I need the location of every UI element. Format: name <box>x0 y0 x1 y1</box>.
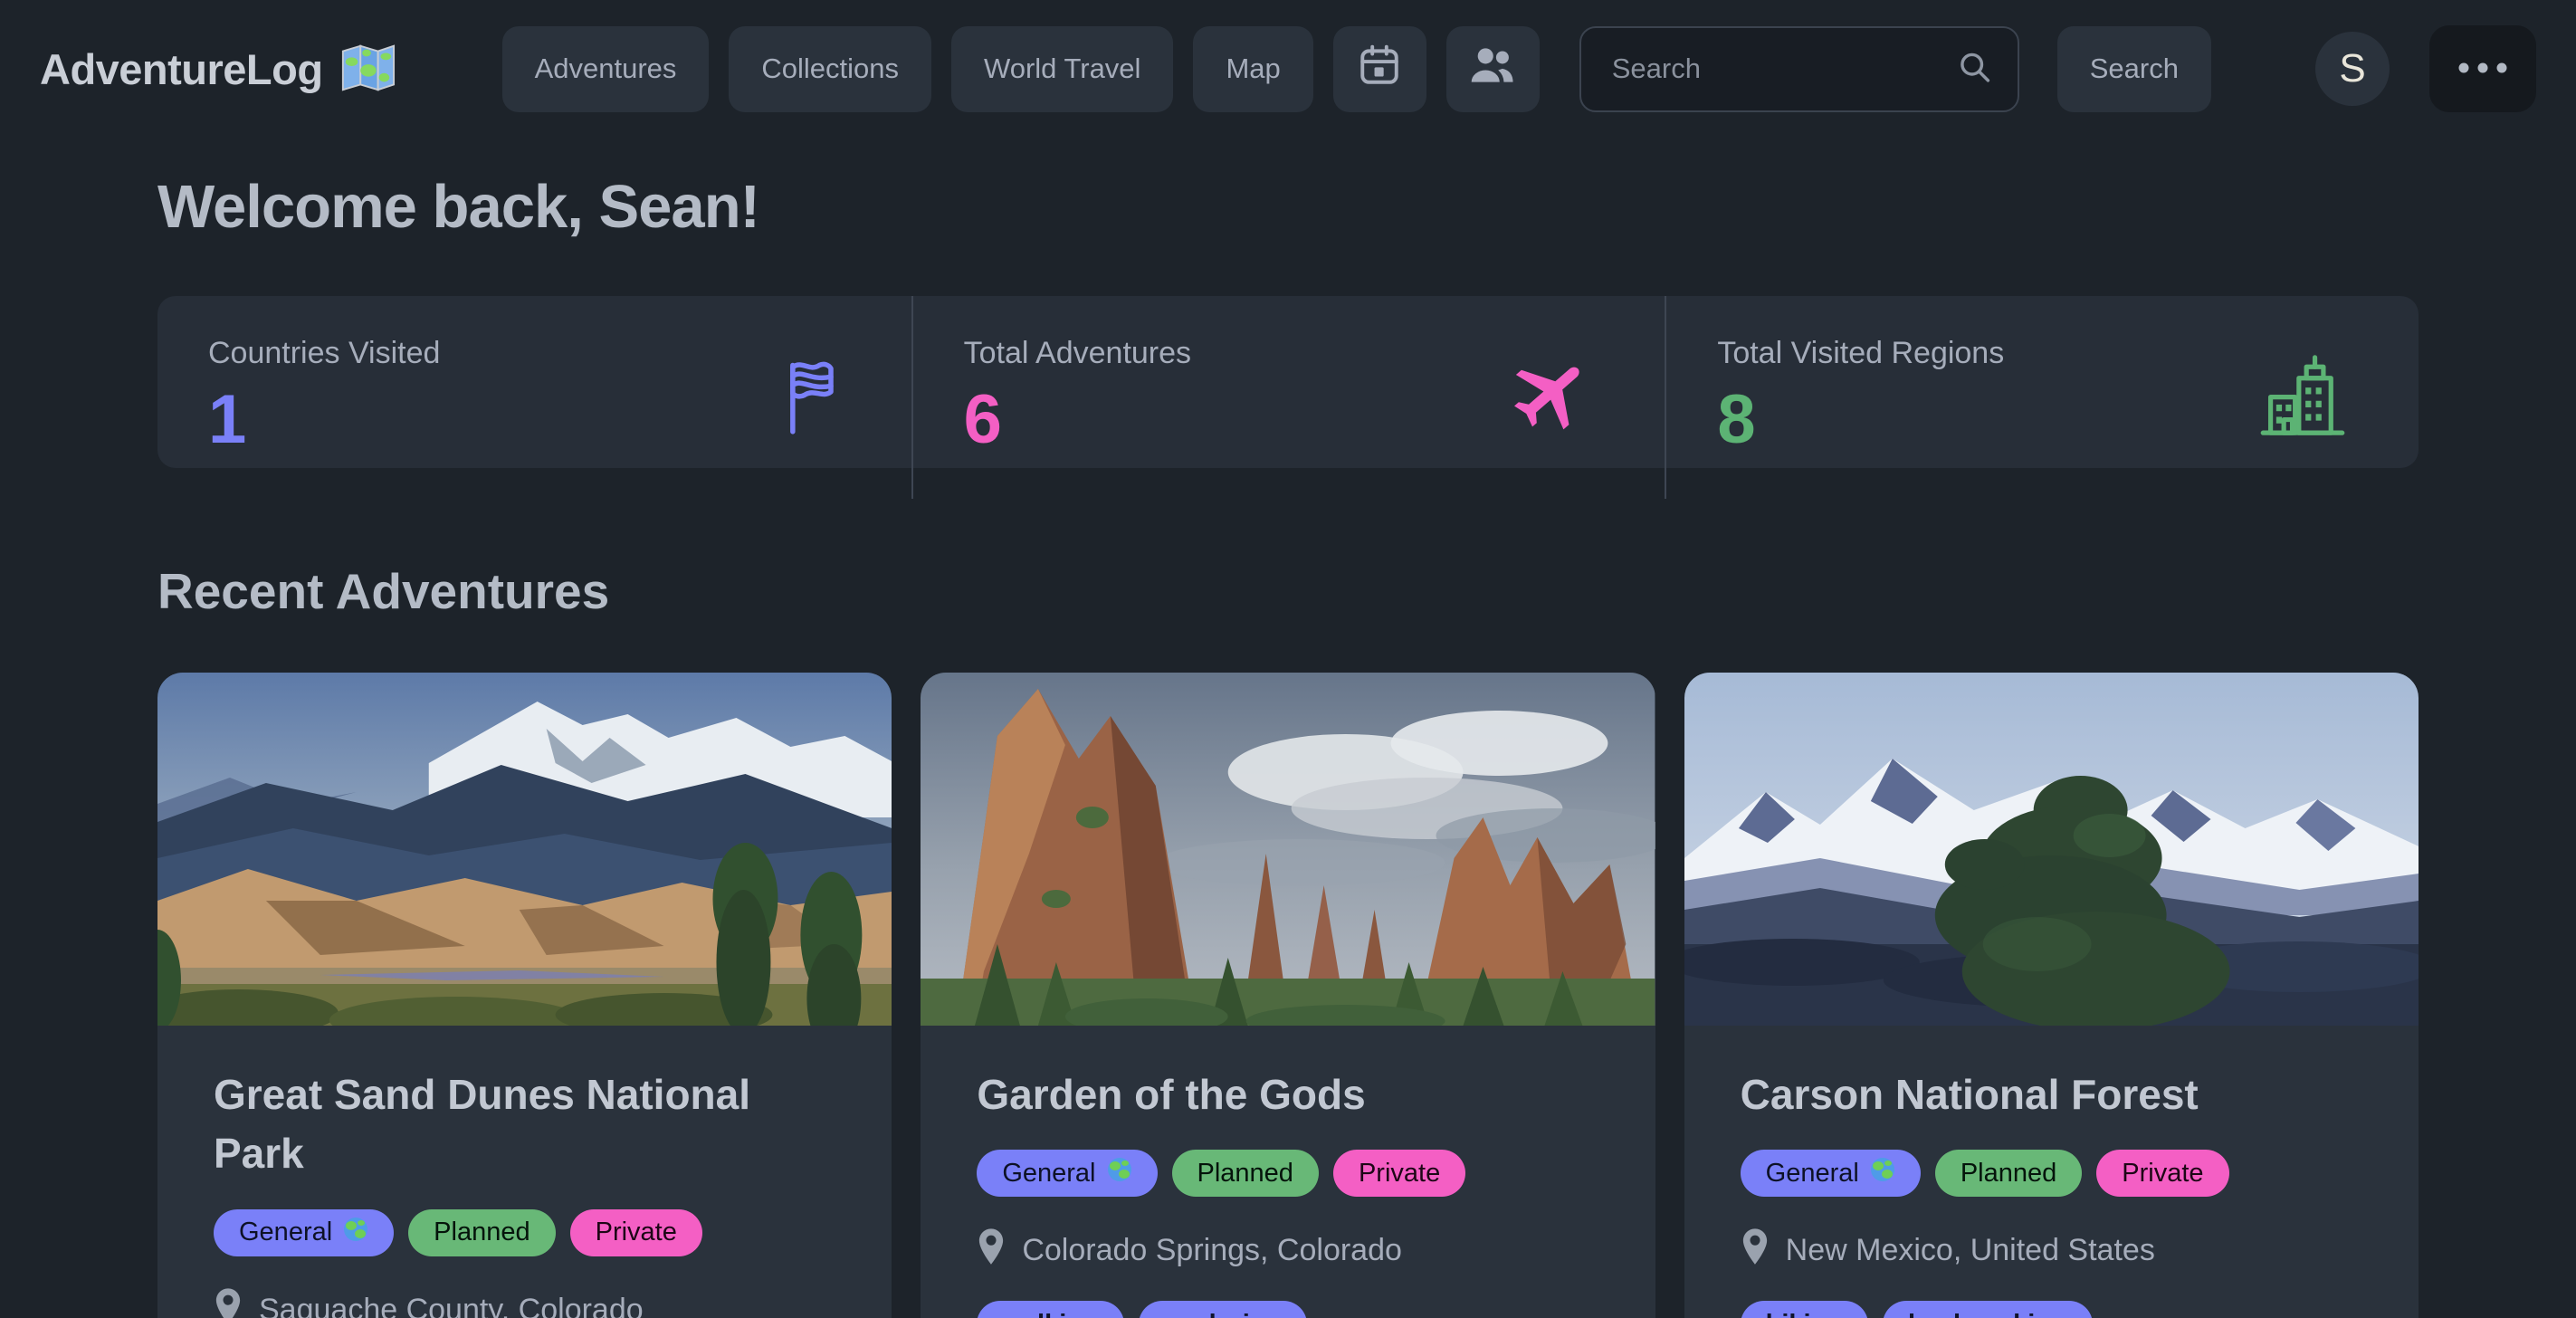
category-badge: General <box>1741 1150 1921 1197</box>
users-icon <box>1467 44 1518 93</box>
location-text: Saguache County, Colorado <box>259 1293 644 1318</box>
welcome-heading: Welcome back, Sean! <box>157 172 2419 242</box>
card-body: Garden of the Gods General <box>921 1026 1655 1318</box>
badge-row: General Planned Private <box>977 1150 1598 1197</box>
badge-label: General <box>1766 1159 1859 1189</box>
location-text: Colorado Springs, Colorado <box>1022 1233 1402 1268</box>
tag-row: walking exploring <box>977 1301 1598 1318</box>
search-button[interactable]: Search <box>2057 26 2211 112</box>
location-pin-icon <box>977 1227 1006 1274</box>
card-body: Great Sand Dunes National Park General <box>157 1026 892 1318</box>
adventure-cards: Great Sand Dunes National Park General <box>157 673 2419 1318</box>
adventure-title: Carson National Forest <box>1741 1065 2284 1124</box>
nav-item-adventures[interactable]: Adventures <box>502 26 710 112</box>
globe-icon <box>1107 1157 1132 1189</box>
status-badge: Planned <box>408 1209 555 1256</box>
status-badge: Planned <box>1935 1150 2082 1197</box>
main-content: Welcome back, Sean! Countries Visited 1 … <box>0 172 2576 1318</box>
search-container <box>1579 26 2019 112</box>
category-badge: General <box>977 1150 1157 1197</box>
location-row: New Mexico, United States <box>1741 1227 2362 1274</box>
badge-label: General <box>239 1218 332 1247</box>
sand-dunes-photo <box>157 673 892 1026</box>
stat-total-adventures: Total Adventures 6 <box>911 296 1665 499</box>
airplane-icon <box>1507 352 1594 444</box>
activity-tag: walking <box>977 1301 1123 1318</box>
globe-icon <box>343 1217 368 1249</box>
badge-row: General Planned Private <box>1741 1150 2362 1197</box>
visibility-badge: Private <box>2096 1150 2228 1197</box>
visibility-badge: Private <box>1333 1150 1465 1197</box>
nav-item-map[interactable]: Map <box>1193 26 1312 112</box>
app-title: AdventureLog <box>40 44 323 94</box>
location-row: Colorado Springs, Colorado <box>977 1227 1598 1274</box>
search-icon <box>1956 49 1992 90</box>
adventure-card[interactable]: Great Sand Dunes National Park General <box>157 673 892 1318</box>
badge-label: General <box>1002 1159 1095 1189</box>
adventure-card[interactable]: Carson National Forest General <box>1684 673 2419 1318</box>
snowy-forest-mountains-photo <box>1684 673 2419 1026</box>
avatar[interactable]: S <box>2315 32 2390 106</box>
nav-item-collections[interactable]: Collections <box>729 26 931 112</box>
stat-total-visited-regions: Total Visited Regions 8 <box>1665 296 2419 499</box>
ellipsis-icon <box>2457 61 2509 78</box>
calendar-icon <box>1357 43 1402 95</box>
category-badge: General <box>214 1209 394 1256</box>
location-text: New Mexico, United States <box>1786 1233 2155 1268</box>
stats-panel: Countries Visited 1 Total Adventures 6 <box>157 296 2419 468</box>
adventure-title: Garden of the Gods <box>977 1065 1520 1124</box>
navbar-right: S <box>2315 25 2536 112</box>
activity-tag: hiking <box>1741 1301 1868 1318</box>
avatar-initial: S <box>2339 46 2365 91</box>
stat-countries-visited: Countries Visited 1 <box>157 296 911 499</box>
adventure-title: Great Sand Dunes National Park <box>214 1065 757 1184</box>
globe-icon <box>1870 1157 1895 1189</box>
red-rock-spires-photo <box>921 673 1655 1026</box>
location-pin-icon <box>214 1287 243 1318</box>
stat-label: Countries Visited <box>208 336 861 371</box>
navbar: AdventureLog Adventures Collections Worl… <box>0 0 2576 138</box>
app-logo[interactable]: AdventureLog <box>40 42 396 97</box>
badge-row: General Planned Private <box>214 1209 835 1256</box>
world-map-icon <box>339 42 396 97</box>
activity-tag: exploring <box>1139 1301 1308 1318</box>
activity-tag: backpacking <box>1883 1301 2093 1318</box>
flag-icon <box>781 355 841 441</box>
nav-menu: Adventures Collections World Travel Map <box>502 26 2211 112</box>
location-pin-icon <box>1741 1227 1770 1274</box>
card-body: Carson National Forest General <box>1684 1026 2419 1318</box>
search-input[interactable] <box>1579 26 2019 112</box>
calendar-button[interactable] <box>1333 26 1426 112</box>
recent-adventures-heading: Recent Adventures <box>157 562 2419 620</box>
status-badge: Planned <box>1172 1150 1319 1197</box>
city-icon <box>2257 354 2348 442</box>
tag-row: hiking backpacking <box>1741 1301 2362 1318</box>
stat-value: 1 <box>208 380 861 459</box>
overflow-menu-button[interactable] <box>2429 25 2536 112</box>
location-row: Saguache County, Colorado <box>214 1287 835 1318</box>
nav-item-world-travel[interactable]: World Travel <box>951 26 1173 112</box>
adventure-card[interactable]: Garden of the Gods General <box>921 673 1655 1318</box>
users-button[interactable] <box>1446 26 1540 112</box>
visibility-badge: Private <box>570 1209 702 1256</box>
